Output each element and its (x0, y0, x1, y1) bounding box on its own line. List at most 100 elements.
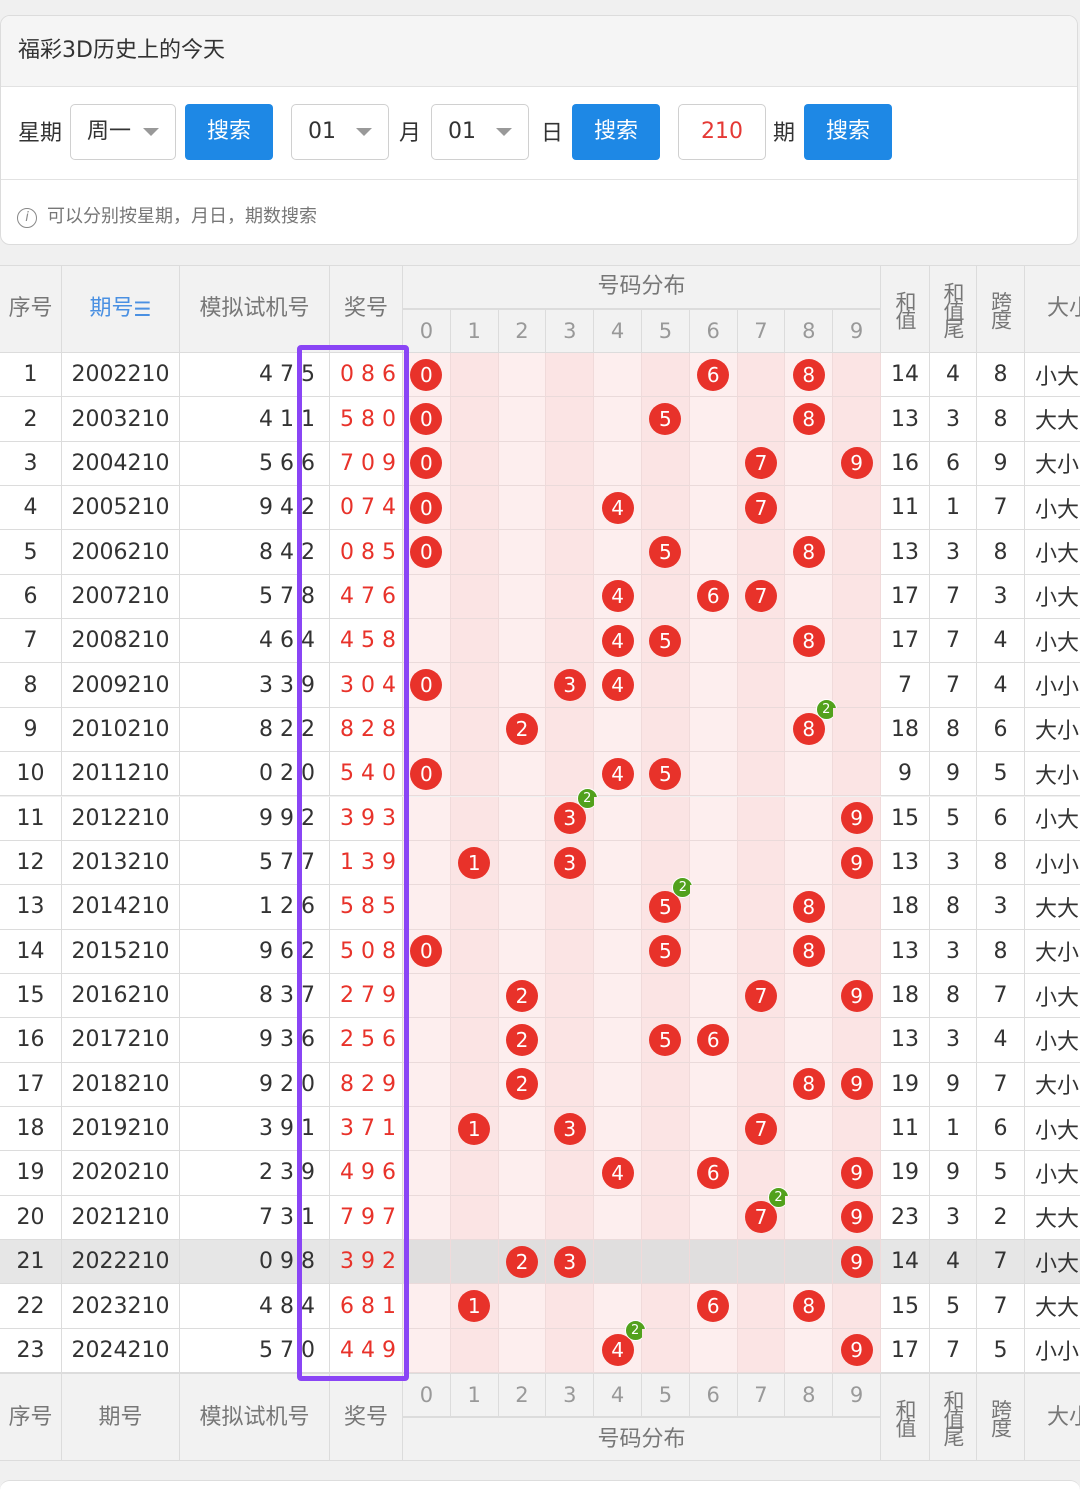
number-ball: 0 (410, 403, 443, 436)
row-span: 4 (977, 663, 1025, 708)
digit-cell-9 (833, 353, 881, 398)
row-sum-tail: 5 (930, 796, 977, 841)
row-seq: 21 (0, 1240, 62, 1285)
digit-cell-9: 9 (833, 1328, 881, 1374)
number-ball: 0 (410, 358, 443, 391)
row-seq: 8 (0, 663, 62, 708)
row-prize: 0 8 6 (330, 353, 403, 398)
row-trial: 5 7 7 (180, 840, 330, 886)
number-ball: 8 (792, 358, 825, 391)
date-search-button[interactable]: 搜索 (572, 104, 660, 160)
digit-cell-2 (498, 1195, 547, 1240)
header-distribution: 号码分布 (403, 265, 881, 309)
header-digit-9: 9 (833, 1373, 881, 1418)
header-period[interactable]: 期号 ☰ (62, 265, 180, 353)
period-search-button[interactable]: 搜索 (804, 104, 892, 160)
digit-cell-5: 5 (642, 1018, 690, 1063)
digit-cell-8: 8 (785, 530, 834, 575)
digit-cell-1 (450, 530, 499, 575)
row-seq: 12 (0, 840, 62, 886)
digit-cell-9 (833, 752, 881, 797)
row-sum-tail: 7 (930, 619, 977, 664)
digit-cell-6 (689, 973, 738, 1019)
row-seq: 7 (0, 619, 62, 664)
digit-cell-0: 0 (403, 929, 451, 974)
row-span: 8 (977, 929, 1025, 974)
digit-cell-2 (498, 530, 547, 575)
sort-icon[interactable]: ☰ (134, 298, 152, 320)
weekday-search-button[interactable]: 搜索 (185, 104, 273, 160)
digit-cell-1 (450, 796, 499, 841)
number-ball: 8 (792, 536, 825, 569)
digit-cell-8: 8 (785, 397, 834, 442)
digit-cell-9 (833, 1106, 881, 1152)
number-ball: 4 (601, 491, 634, 524)
number-ball: 3 (553, 1112, 586, 1145)
row-sum: 14 (881, 353, 930, 398)
digit-cell-2 (498, 752, 547, 797)
row-prize: 3 9 2 (330, 1240, 403, 1285)
digit-cell-5 (642, 486, 690, 531)
digit-cell-6 (689, 397, 738, 442)
number-ball: 9 (840, 1068, 873, 1101)
row-span: 8 (977, 530, 1025, 575)
row-span: 7 (977, 973, 1025, 1019)
row-trial: 4 6 4 (180, 619, 330, 664)
row-sum-tail: 1 (930, 1106, 977, 1152)
digit-cell-7 (737, 929, 786, 974)
row-period: 2003210 (62, 397, 180, 442)
chevron-down-icon (143, 128, 159, 136)
weekday-label: 星期 (18, 121, 63, 146)
number-ball: 7 (744, 1112, 777, 1145)
digit-cell-1 (450, 929, 499, 974)
number-ball: 9 (840, 802, 873, 835)
weekday-select[interactable]: 周一 (70, 104, 176, 160)
row-size: 小小 (1025, 840, 1080, 886)
digit-cell-4: 4 (594, 486, 642, 531)
day-select[interactable]: 01 (431, 104, 529, 160)
digit-cell-5 (642, 973, 690, 1019)
row-sum: 17 (881, 619, 930, 664)
row-span: 8 (977, 397, 1025, 442)
number-ball: 0 (410, 669, 443, 702)
row-span: 8 (977, 353, 1025, 398)
digit-cell-5 (642, 1195, 690, 1240)
row-period: 2018210 (62, 1062, 180, 1107)
row-span: 8 (977, 840, 1025, 886)
digit-cell-3: 3 (546, 663, 595, 708)
row-sum: 9 (881, 752, 930, 797)
digit-cell-1 (450, 574, 499, 620)
row-period: 2021210 (62, 1195, 180, 1240)
header-size: 大小 (1025, 1373, 1080, 1462)
digit-cell-7 (737, 663, 786, 708)
digit-cell-9 (833, 397, 881, 442)
number-ball: 8 (792, 624, 825, 657)
row-sum-tail: 4 (930, 353, 977, 398)
digit-cell-2 (498, 441, 547, 487)
row-sum-tail: 7 (930, 663, 977, 708)
month-select[interactable]: 01 (291, 104, 389, 160)
digit-cell-6 (689, 1240, 738, 1285)
digit-cell-8 (785, 574, 834, 620)
digit-cell-5 (642, 1240, 690, 1285)
row-trial: 4 1 1 (180, 397, 330, 442)
row-period: 2013210 (62, 840, 180, 886)
row-trial: 3 9 1 (180, 1106, 330, 1152)
row-sum: 13 (881, 929, 930, 974)
digit-cell-9 (833, 1018, 881, 1063)
row-seq: 3 (0, 441, 62, 487)
number-ball: 4 (601, 1156, 634, 1189)
period-input[interactable]: 210 (678, 104, 766, 160)
digit-cell-7: 7 (737, 1106, 786, 1152)
number-ball: 0 (410, 536, 443, 569)
digit-cell-0: 0 (403, 752, 451, 797)
row-sum-tail: 3 (930, 397, 977, 442)
row-span: 4 (977, 619, 1025, 664)
number-ball: 42 (601, 1320, 646, 1367)
header-digit-3: 3 (546, 309, 595, 353)
header-digit-5: 5 (642, 309, 690, 353)
row-sum: 14 (881, 1240, 930, 1285)
row-period: 2020210 (62, 1151, 180, 1196)
number-ball: 72 (744, 1187, 789, 1234)
row-seq: 1 (0, 353, 62, 398)
